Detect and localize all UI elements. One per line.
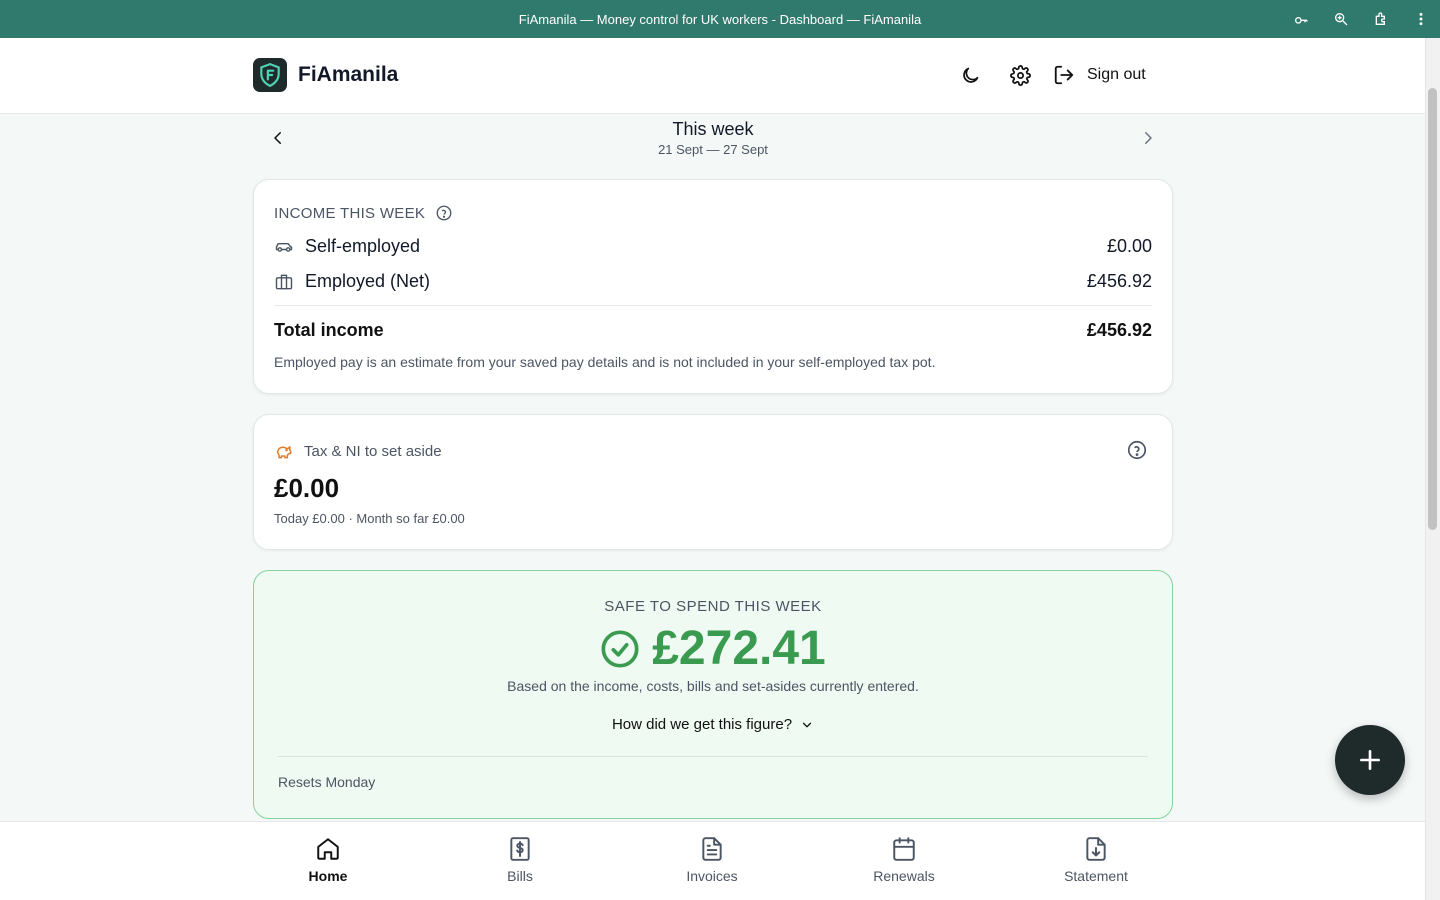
window-title: FiAmanila — Money control for UK workers…: [518, 11, 922, 27]
zoom-icon[interactable]: [1332, 10, 1350, 28]
nav-label: Statement: [1064, 868, 1128, 884]
income-card-title: INCOME THIS WEEK: [274, 204, 426, 222]
week-range: 21 Sept — 27 Sept: [658, 142, 768, 157]
income-note: Employed pay is an estimate from your sa…: [274, 354, 936, 370]
total-income-row: Total income £456.92: [274, 320, 1152, 341]
tax-set-aside-card: Tax & NI to set aside £0.00 Today £0.00 …: [253, 414, 1173, 550]
income-row-value: £456.92: [1086, 271, 1152, 291]
nav-item-bills[interactable]: Bills: [460, 836, 580, 884]
nav-label: Bills: [507, 868, 533, 884]
nav-item-renewals[interactable]: Renewals: [844, 836, 964, 884]
gear-icon: [1009, 64, 1031, 86]
settings-button[interactable]: [1005, 60, 1035, 90]
income-row-label: Self-employed: [305, 236, 421, 256]
total-income-value: £456.92: [1086, 320, 1152, 340]
bottom-navigation: Home Bills Invoices Renewals Statement: [0, 821, 1425, 900]
income-help-icon[interactable]: [435, 204, 453, 222]
tax-help-icon[interactable]: [1126, 439, 1148, 461]
safe-to-spend-title: SAFE TO SPEND THIS WEEK: [604, 598, 822, 615]
tax-card-title: Tax & NI to set aside: [304, 442, 442, 460]
next-week-button[interactable]: [1135, 125, 1161, 151]
app-header: FiAmanila Sign out: [0, 38, 1425, 114]
nav-label: Home: [308, 868, 348, 884]
sign-out-label: Sign out: [1087, 66, 1146, 83]
brand[interactable]: FiAmanila: [253, 58, 398, 92]
tax-amount: £0.00: [274, 473, 340, 503]
sign-out-button[interactable]: Sign out: [1053, 64, 1146, 86]
tax-card-header: Tax & NI to set aside: [274, 441, 442, 461]
nav-item-invoices[interactable]: Invoices: [652, 836, 772, 884]
income-card: INCOME THIS WEEK Self-employed £0.00 Emp…: [253, 179, 1173, 394]
piggy-bank-icon: [277, 446, 292, 459]
income-row-employed: Employed (Net) £456.92: [274, 271, 1152, 292]
tax-breakdown: Today £0.00 · Month so far £0.00: [274, 511, 465, 526]
nav-label: Renewals: [873, 868, 935, 884]
bills-icon: [510, 837, 530, 861]
invoice-icon: [702, 837, 722, 861]
scrollbar-thumb[interactable]: [1428, 88, 1437, 530]
income-row-self-employed: Self-employed £0.00: [274, 236, 1152, 257]
chevron-down-icon: [802, 722, 812, 727]
more-icon[interactable]: [1412, 10, 1430, 28]
how-calculated-label: How did we get this figure?: [611, 716, 793, 733]
total-income-label: Total income: [274, 320, 384, 340]
home-icon: [317, 838, 339, 860]
logout-icon: [1054, 65, 1074, 85]
page-scrollbar[interactable]: [1425, 38, 1440, 900]
safe-amount-row: £272.41: [254, 621, 1172, 676]
brand-name: FiAmanila: [298, 63, 399, 86]
car-icon: [275, 242, 293, 252]
moon-icon: [962, 67, 978, 83]
week-title: This week: [672, 119, 754, 139]
chevron-right-icon: [1145, 132, 1152, 144]
income-row-label: Employed (Net): [305, 271, 431, 291]
safe-divider: [278, 756, 1148, 757]
statement-download-icon: [1086, 837, 1106, 861]
key-icon[interactable]: [1292, 10, 1310, 28]
safe-to-spend-basis: Based on the income, costs, bills and se…: [507, 678, 919, 694]
plus-icon: [1360, 750, 1380, 770]
nav-item-home[interactable]: Home: [268, 836, 388, 884]
resets-note: Resets Monday: [278, 774, 376, 790]
dark-mode-toggle[interactable]: [955, 60, 985, 90]
briefcase-icon: [275, 274, 293, 289]
check-circle-icon: [601, 630, 639, 667]
calendar-icon: [893, 837, 915, 861]
income-row-value: £0.00: [1106, 236, 1152, 256]
how-calculated-toggle[interactable]: How did we get this figure?: [254, 716, 1172, 733]
safe-to-spend-amount: £272.41: [652, 622, 826, 675]
nav-label: Invoices: [686, 868, 738, 884]
header-actions: Sign out: [955, 60, 1146, 90]
add-entry-button[interactable]: [1335, 725, 1405, 795]
browser-toolbar-icons: [1292, 0, 1430, 38]
browser-title-bar: FiAmanila — Money control for UK workers…: [0, 0, 1440, 38]
shield-logo-icon: [253, 58, 287, 92]
income-card-header: INCOME THIS WEEK: [274, 204, 453, 222]
week-navigator: This week 21 Sept — 27 Sept: [253, 114, 1173, 174]
safe-to-spend-card: SAFE TO SPEND THIS WEEK £272.41 Based on…: [253, 570, 1173, 819]
nav-item-statement[interactable]: Statement: [1036, 836, 1156, 884]
extension-icon[interactable]: [1372, 10, 1390, 28]
income-divider: [274, 305, 1152, 306]
